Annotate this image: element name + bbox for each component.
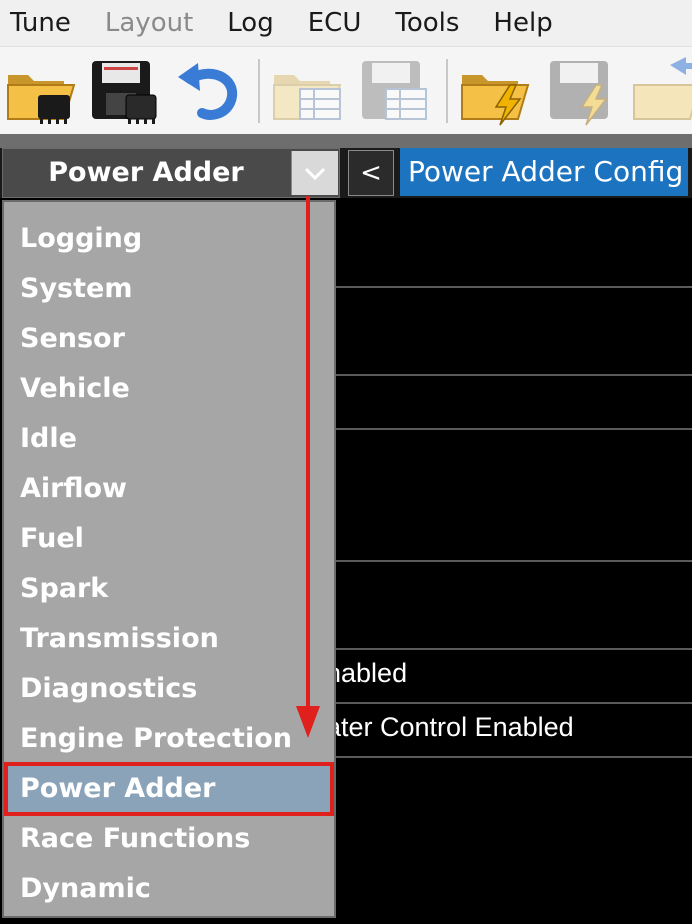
dropdown-item-vehicle[interactable]: Vehicle xyxy=(8,366,330,412)
dropdown-item-spark[interactable]: Spark xyxy=(8,566,330,612)
section-combobox-value: Power Adder xyxy=(48,157,244,188)
dropdown-item-power-adder[interactable]: Power Adder xyxy=(4,762,334,816)
save-disk-lightning-icon[interactable] xyxy=(544,55,620,127)
row-divider xyxy=(336,756,692,758)
section-selector-row: Power Adder < Power Adder Config xyxy=(0,148,692,198)
row-divider xyxy=(336,648,692,650)
dropdown-item-sensor[interactable]: Sensor xyxy=(8,316,330,362)
dropdown-item-airflow[interactable]: Airflow xyxy=(8,466,330,512)
open-folder-chip-icon[interactable] xyxy=(4,55,80,127)
row-divider xyxy=(336,560,692,562)
menu-help[interactable]: Help xyxy=(493,8,552,38)
section-dropdown-list: Logging System Sensor Vehicle Idle Airfl… xyxy=(2,200,336,918)
dropdown-item-race-functions[interactable]: Race Functions xyxy=(8,816,330,862)
row-divider xyxy=(336,374,692,376)
menu-tune[interactable]: Tune xyxy=(10,8,71,38)
open-folder-table-icon[interactable] xyxy=(270,55,346,127)
dropdown-item-system[interactable]: System xyxy=(8,266,330,312)
setting-label: nabled xyxy=(326,658,408,688)
dropdown-item-idle[interactable]: Idle xyxy=(8,416,330,462)
row-divider xyxy=(336,286,692,288)
dropdown-item-transmission[interactable]: Transmission xyxy=(8,616,330,662)
row-divider xyxy=(336,702,692,704)
toolbar-separator xyxy=(446,59,448,123)
menu-bar: Tune Layout Log ECU Tools Help xyxy=(0,0,692,46)
back-button[interactable]: < xyxy=(348,150,394,196)
toolbar xyxy=(0,46,692,135)
dropdown-item-engine-protection[interactable]: Engine Protection xyxy=(8,716,330,762)
toolbar-separator xyxy=(258,59,260,123)
dropdown-item-dynamic[interactable]: Dynamic xyxy=(8,866,330,912)
dropdown-item-logging[interactable]: Logging xyxy=(8,216,330,262)
annotation-arrow xyxy=(296,196,320,738)
open-folder-lightning-icon[interactable] xyxy=(458,55,534,127)
setting-label: ater Control Enabled xyxy=(326,712,574,742)
tab-power-adder-config[interactable]: Power Adder Config xyxy=(400,148,688,196)
import-folder-arrow-icon[interactable] xyxy=(630,55,692,127)
dropdown-item-diagnostics[interactable]: Diagnostics xyxy=(8,666,330,712)
undo-icon[interactable] xyxy=(170,55,246,127)
menu-layout[interactable]: Layout xyxy=(105,8,193,38)
menu-ecu[interactable]: ECU xyxy=(308,8,362,38)
row-divider xyxy=(336,428,692,430)
save-disk-chip-icon[interactable] xyxy=(86,55,162,127)
save-disk-table-icon[interactable] xyxy=(356,55,432,127)
dropdown-item-fuel[interactable]: Fuel xyxy=(8,516,330,562)
chevron-down-icon[interactable] xyxy=(291,151,338,195)
menu-log[interactable]: Log xyxy=(227,8,273,38)
menu-tools[interactable]: Tools xyxy=(395,8,459,38)
toolbar-bottom-strip xyxy=(0,134,692,148)
